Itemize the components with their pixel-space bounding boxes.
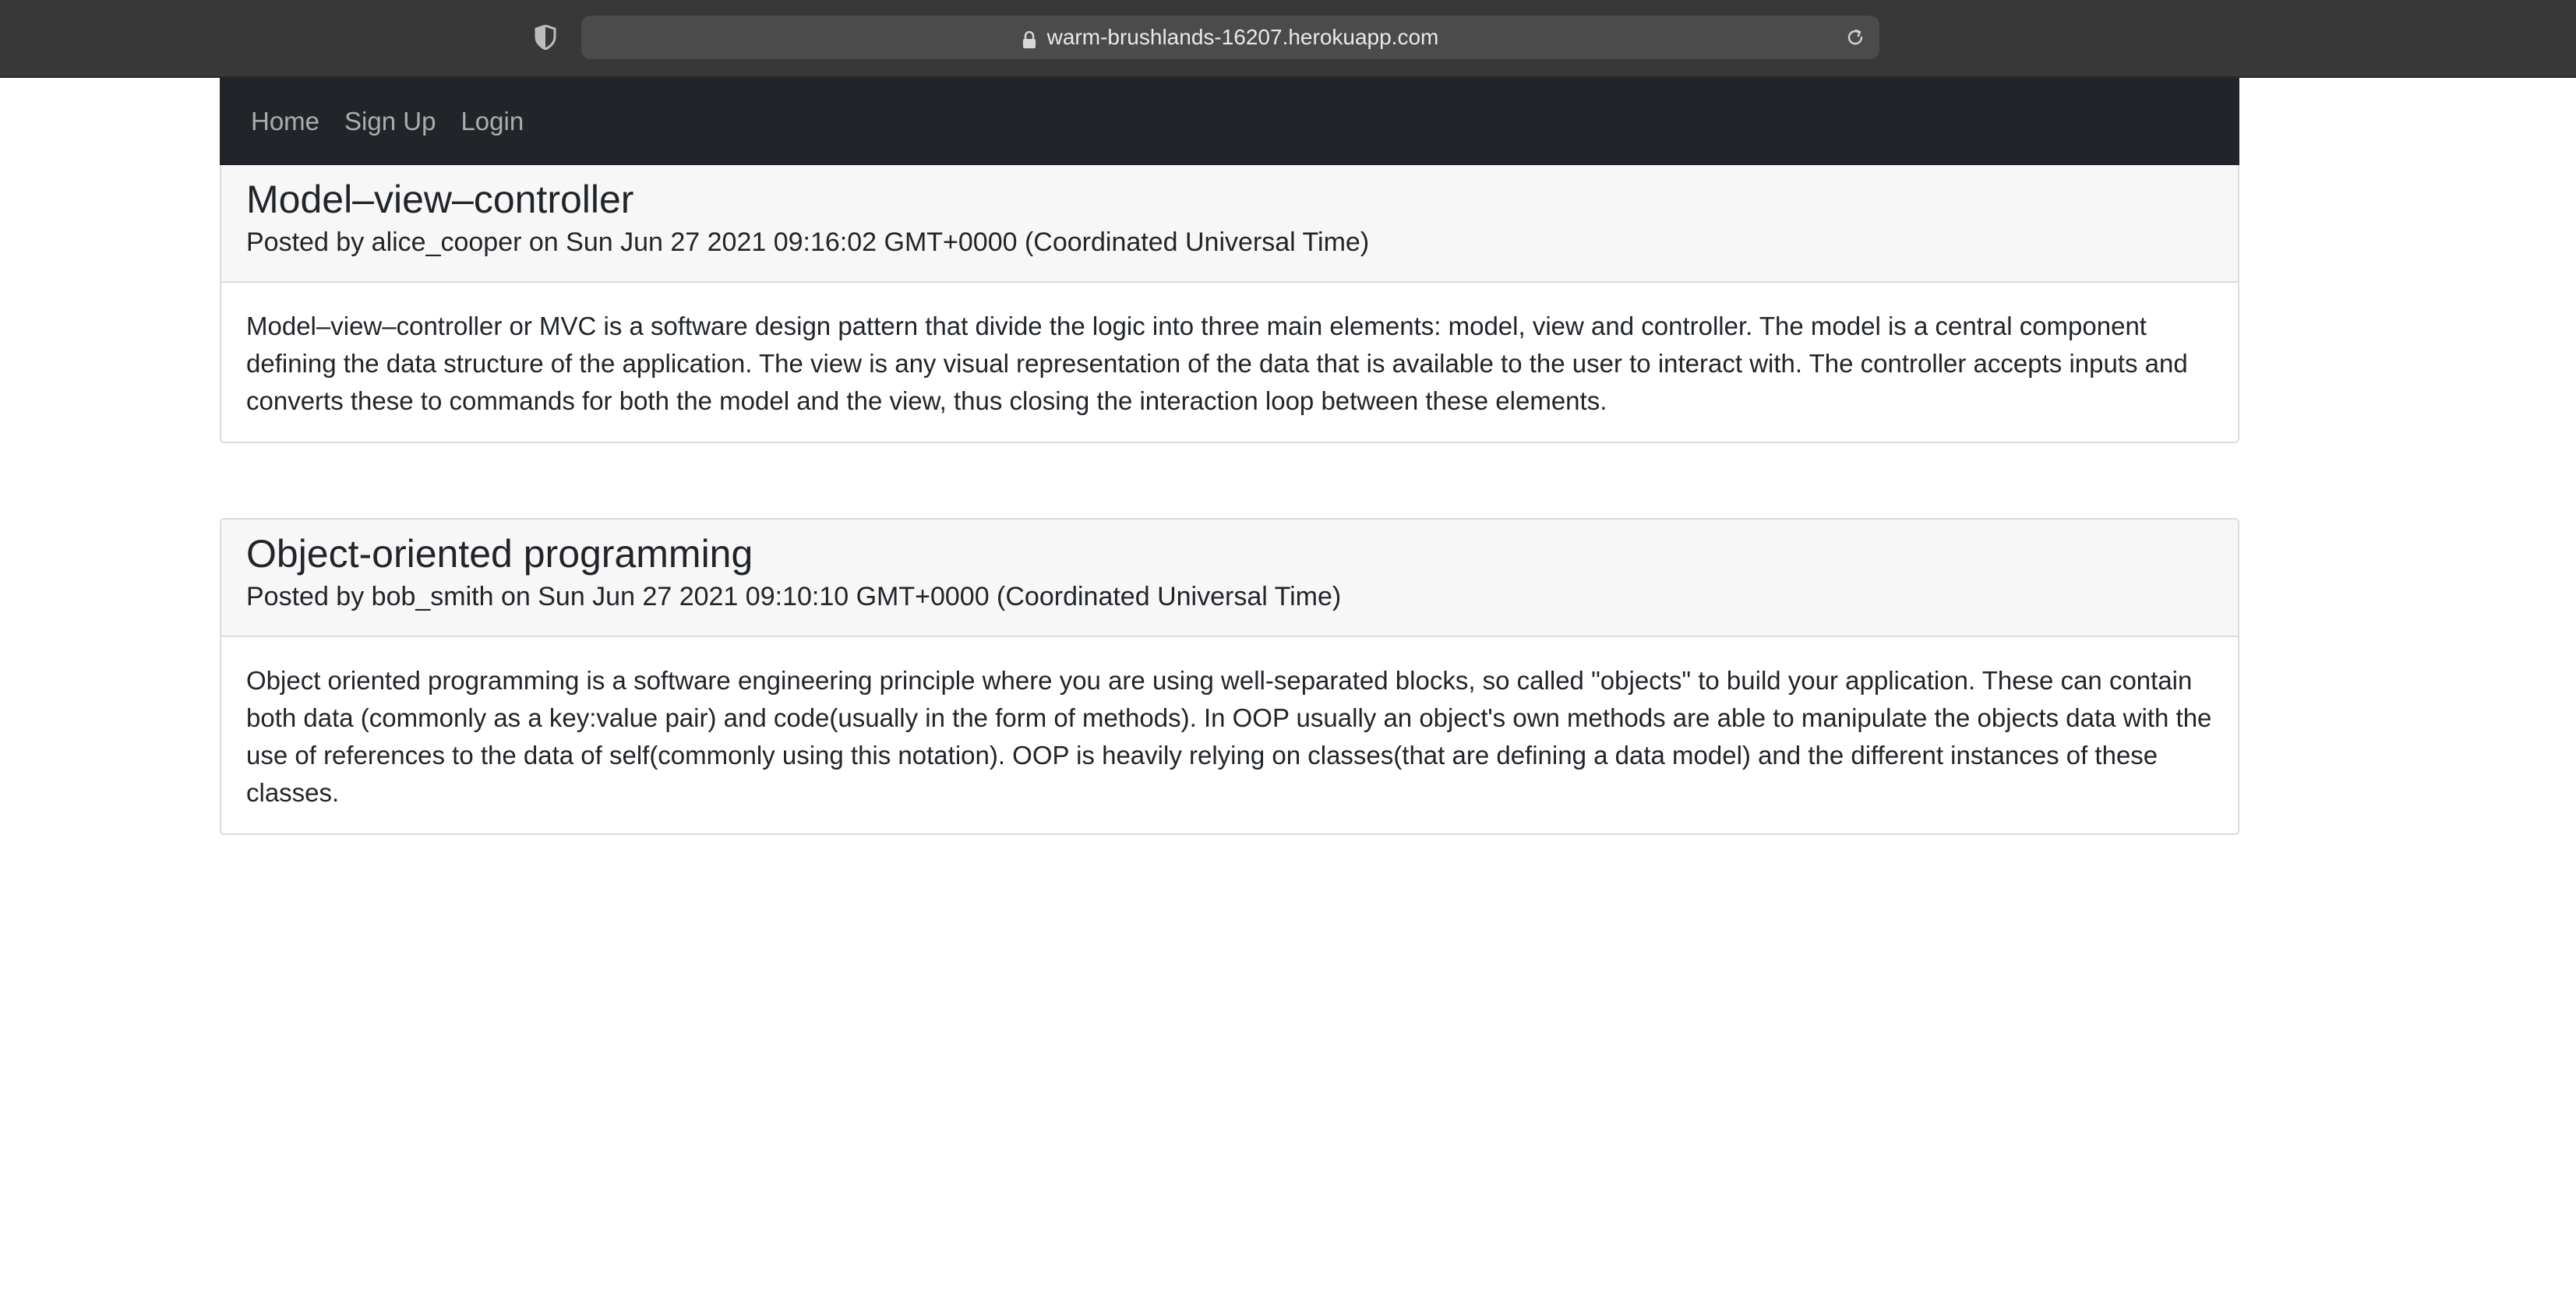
post-header: Model–view–controller Posted by alice_co…: [221, 165, 2238, 283]
nav-login-link[interactable]: Login: [461, 107, 524, 136]
post-card: Object-oriented programming Posted by bo…: [220, 518, 2239, 835]
top-navbar: Home Sign Up Login: [220, 78, 2239, 165]
lock-icon: [1022, 29, 1036, 48]
post-title: Object-oriented programming: [246, 532, 753, 576]
post-meta: Posted by bob_smith on Sun Jun 27 2021 0…: [246, 582, 1342, 611]
nav-home-link[interactable]: Home: [251, 107, 319, 136]
post-body: Object oriented programming is a softwar…: [246, 666, 2212, 807]
shield-icon[interactable]: [535, 24, 556, 51]
reload-icon[interactable]: [1844, 26, 1867, 49]
nav-signup-link[interactable]: Sign Up: [344, 107, 436, 136]
post-card: Model–view–controller Posted by alice_co…: [220, 165, 2239, 443]
address-bar[interactable]: warm-brushlands-16207.herokuapp.com: [581, 16, 1879, 59]
post-title: Model–view–controller: [246, 178, 634, 221]
post-meta: Posted by alice_cooper on Sun Jun 27 202…: [246, 227, 1370, 257]
post-body: Model–view–controller or MVC is a softwa…: [246, 312, 2188, 415]
page-container: Home Sign Up Login Model–view–controller…: [220, 78, 2239, 835]
post-header: Object-oriented programming Posted by bo…: [221, 520, 2238, 637]
browser-toolbar: warm-brushlands-16207.herokuapp.com: [0, 0, 2576, 78]
url-text: warm-brushlands-16207.herokuapp.com: [1046, 25, 1439, 49]
